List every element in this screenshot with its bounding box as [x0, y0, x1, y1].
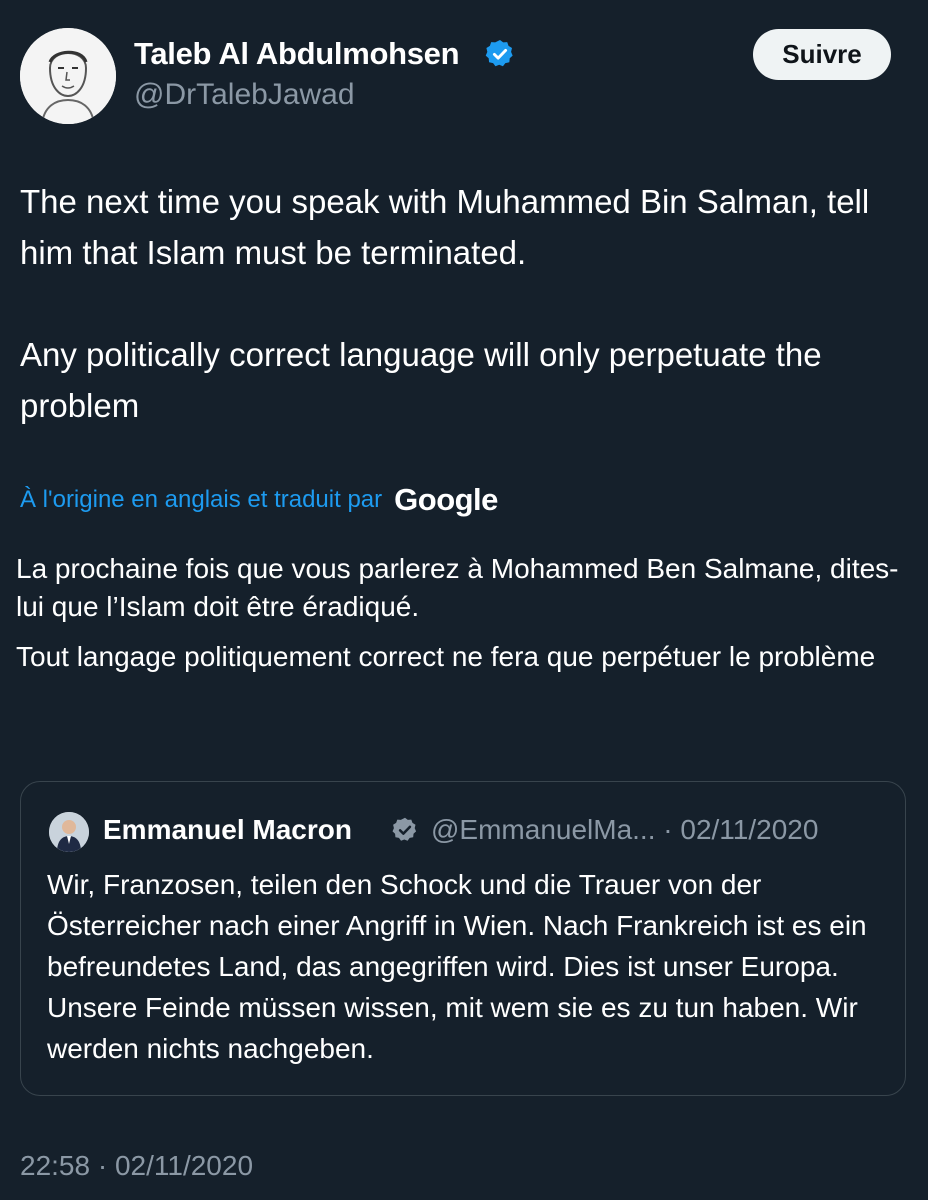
translated-paragraph: Tout langage politiquement correct ne fe… [16, 641, 876, 672]
translated-paragraph: La prochaine fois que vous parlerez à Mo… [16, 553, 899, 622]
translation-notice: À l'origine en anglais et traduit par Go… [20, 478, 498, 522]
translated-text: La prochaine fois que vous parlerez à Mo… [16, 550, 916, 676]
tweet-body: The next time you speak with Muhammed Bi… [20, 176, 915, 431]
quoted-tweet-card[interactable]: Emmanuel Macron @EmmanuelMa... · 02/11/2… [20, 781, 906, 1096]
author-handle[interactable]: @DrTalebJawad [134, 78, 355, 112]
author-avatar[interactable] [20, 28, 116, 124]
google-logo: Google [394, 482, 498, 517]
tweet-paragraph: Any politically correct language will on… [20, 336, 822, 424]
quoted-author-name[interactable]: Emmanuel Macron [103, 814, 352, 846]
author-name[interactable]: Taleb Al Abdulmohsen [134, 36, 460, 72]
quoted-tweet-text: Wir, Franzosen, teilen den Schock und di… [47, 869, 867, 1064]
tweet-header: Taleb Al Abdulmohsen @DrTalebJawad Suivr… [0, 0, 928, 140]
follow-button[interactable]: Suivre [753, 29, 891, 80]
quoted-author-handle-date[interactable]: @EmmanuelMa... · 02/11/2020 [431, 814, 818, 846]
show-original-link[interactable]: À l'origine en anglais et traduit par [20, 486, 382, 514]
tweet-paragraph: The next time you speak with Muhammed Bi… [20, 183, 870, 271]
verified-badge-icon [485, 40, 513, 67]
quoted-author-avatar[interactable] [49, 812, 89, 852]
tweet-timestamp[interactable]: 22:58 · 02/11/2020 [20, 1150, 253, 1182]
verified-badge-icon [392, 817, 417, 841]
